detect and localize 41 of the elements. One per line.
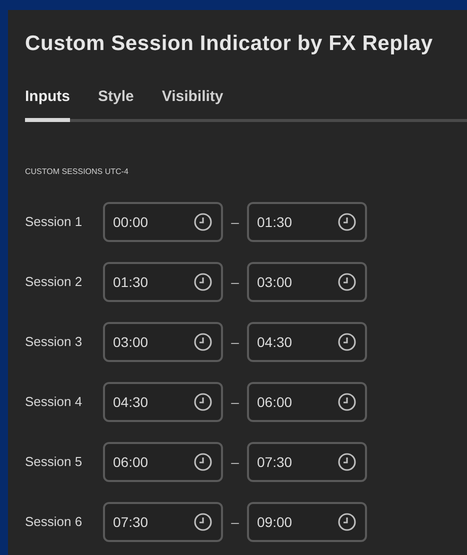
time-field[interactable]: 01:30 <box>247 202 367 242</box>
range-separator: – <box>230 212 240 232</box>
clock-icon <box>337 392 357 412</box>
clock-icon <box>337 212 357 232</box>
clock-icon <box>193 512 213 532</box>
time-field[interactable]: 04:30 <box>247 322 367 362</box>
time-field[interactable]: 09:00 <box>247 502 367 542</box>
section-heading: CUSTOM SESSIONS UTC-4 <box>25 166 130 178</box>
dialog-title: Custom Session Indicator by FX Replay <box>25 31 434 57</box>
clock-icon <box>337 332 357 352</box>
time-field[interactable]: 06:00 <box>103 442 223 482</box>
clock-icon <box>193 452 213 472</box>
range-separator: – <box>230 512 240 532</box>
session-label: Session 3 <box>25 333 84 352</box>
session-label: Session 5 <box>25 453 84 472</box>
range-separator: – <box>230 392 240 412</box>
time-field[interactable]: 03:00 <box>247 262 367 302</box>
session-label: Session 4 <box>25 393 84 412</box>
time-field[interactable]: 00:00 <box>103 202 223 242</box>
session-label: Session 6 <box>25 513 84 532</box>
time-field[interactable]: 01:30 <box>103 262 223 302</box>
clock-icon <box>337 452 357 472</box>
range-separator: – <box>230 272 240 292</box>
time-field[interactable]: 07:30 <box>247 442 367 482</box>
time-field[interactable]: 03:00 <box>103 322 223 362</box>
session-label: Session 1 <box>25 213 84 232</box>
session-label: Session 2 <box>25 273 84 292</box>
clock-icon <box>193 332 213 352</box>
tab[interactable]: Inputs <box>25 86 70 122</box>
range-separator: – <box>230 332 240 352</box>
clock-icon <box>193 212 213 232</box>
tab[interactable]: Visibility <box>162 86 224 122</box>
clock-icon <box>337 512 357 532</box>
time-field[interactable]: 04:30 <box>103 382 223 422</box>
clock-icon <box>193 392 213 412</box>
clock-icon <box>193 272 213 292</box>
time-field[interactable]: 06:00 <box>247 382 367 422</box>
clock-icon <box>337 272 357 292</box>
time-field[interactable]: 07:30 <box>103 502 223 542</box>
range-separator: – <box>230 452 240 472</box>
tab[interactable]: Style <box>98 86 134 122</box>
